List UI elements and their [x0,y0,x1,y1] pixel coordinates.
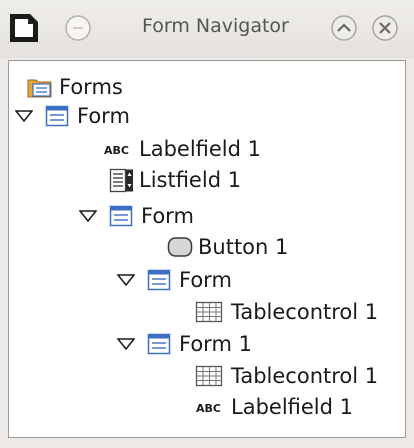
list-field-icon [109,168,133,193]
svg-text:ABC: ABC [196,402,221,415]
svg-text:ABC: ABC [104,144,129,157]
form-icon [109,205,133,227]
shade-button[interactable] [330,14,358,42]
expanded-arrow-icon[interactable] [15,110,33,122]
window-title: Form Navigator [142,15,289,37]
tree-item-label: Tablecontrol 1 [231,364,379,388]
tree-item-label: Labelfield 1 [139,137,262,161]
tree-item-label: Form [77,104,130,128]
tree-item-label: Form [179,268,232,292]
tree-item-label: Tablecontrol 1 [231,300,379,324]
table-control-icon [195,365,223,387]
form-navigator-tree[interactable]: Forms Form ABC Labelfield 1 Listfield 1 … [8,60,406,438]
expanded-arrow-icon[interactable] [79,210,97,222]
window-menu-button[interactable] [64,14,92,42]
form-icon [147,333,171,355]
tree-item-label: Form [141,204,194,228]
forms-folder-icon [27,79,52,98]
expanded-arrow-icon[interactable] [117,274,135,286]
tree-item-label: Labelfield 1 [231,395,354,419]
tree-item-label: Form 1 [179,332,252,356]
form-icon [45,105,69,127]
close-button[interactable] [371,14,399,42]
table-control-icon [195,301,223,323]
title-bar[interactable]: Form Navigator [0,0,414,58]
button-control-icon [167,237,193,257]
label-field-icon: ABC [196,402,221,415]
document-icon [10,14,38,42]
form-icon [147,269,171,291]
label-field-icon: ABC [104,144,129,157]
tree-item-label: Button 1 [198,235,289,259]
expanded-arrow-icon[interactable] [117,338,135,350]
tree-item-label: Listfield 1 [139,168,242,192]
tree-item-label: Forms [59,75,123,99]
